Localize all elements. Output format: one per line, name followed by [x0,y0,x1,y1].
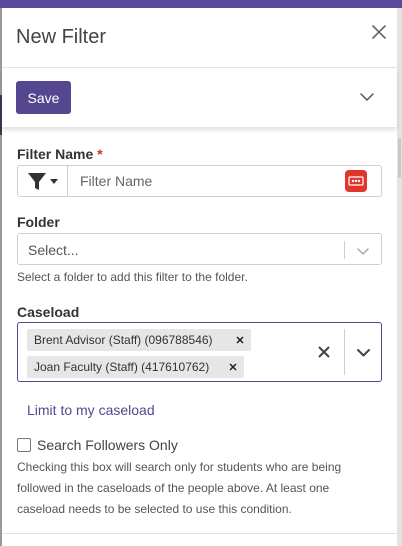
caseload-multiselect[interactable]: Brent Advisor (Staff) (096788546) Joan F… [17,322,382,382]
folder-help-text: Select a folder to add this filter to th… [17,270,248,284]
caseload-chip-text: Brent Advisor (Staff) (096788546) [34,333,213,347]
caseload-chip: Brent Advisor (Staff) (096788546) [27,329,251,351]
chevron-down-icon[interactable] [357,346,370,359]
funnel-icon [28,173,58,190]
remove-chip-icon[interactable] [229,329,251,351]
required-mark: * [97,146,103,162]
folder-label: Folder [17,214,60,230]
caseload-chip: Joan Faculty (Staff) (417610762) [27,356,244,378]
select-divider [344,329,345,375]
caseload-label: Caseload [17,304,80,320]
dialog-title: New Filter [16,26,107,48]
folder-select-value: Select... [28,242,79,258]
followers-help-line: followed in the caseloads of the people … [17,481,330,495]
limit-to-my-caseload-link[interactable]: Limit to my caseload [27,402,155,418]
filter-type-dropdown[interactable] [18,166,68,196]
followers-help-line: Checking this box will search only for s… [17,460,342,474]
save-button[interactable]: Save [16,81,71,114]
filter-name-label-text: Filter Name [17,146,94,162]
divider [2,533,397,534]
search-followers-checkbox[interactable] [17,438,31,452]
dialog-header: New Filter [2,8,397,68]
app-top-bar [0,0,402,8]
search-followers-label[interactable]: Search Followers Only [37,437,178,453]
close-icon[interactable] [369,22,389,42]
filter-name-group [17,165,382,197]
followers-help-text: Checking this box will search only for s… [17,457,341,520]
filter-name-label: Filter Name * [17,146,103,162]
chevron-down-icon[interactable] [357,244,369,256]
scrollbar-track[interactable] [397,8,402,546]
folder-select[interactable]: Select... [17,233,382,265]
filter-name-input[interactable] [70,166,340,196]
scrollbar-thumb[interactable] [398,138,401,178]
followers-help-line: caseload needs to be selected to use thi… [17,502,292,516]
actions-bar: Save [2,69,397,127]
clear-all-icon[interactable] [317,345,331,359]
caseload-chip-text: Joan Faculty (Staff) (417610762) [34,360,210,374]
select-divider [344,241,345,259]
password-manager-icon[interactable] [345,170,367,192]
remove-chip-icon[interactable] [222,356,244,378]
chevron-down-icon[interactable] [359,89,375,105]
